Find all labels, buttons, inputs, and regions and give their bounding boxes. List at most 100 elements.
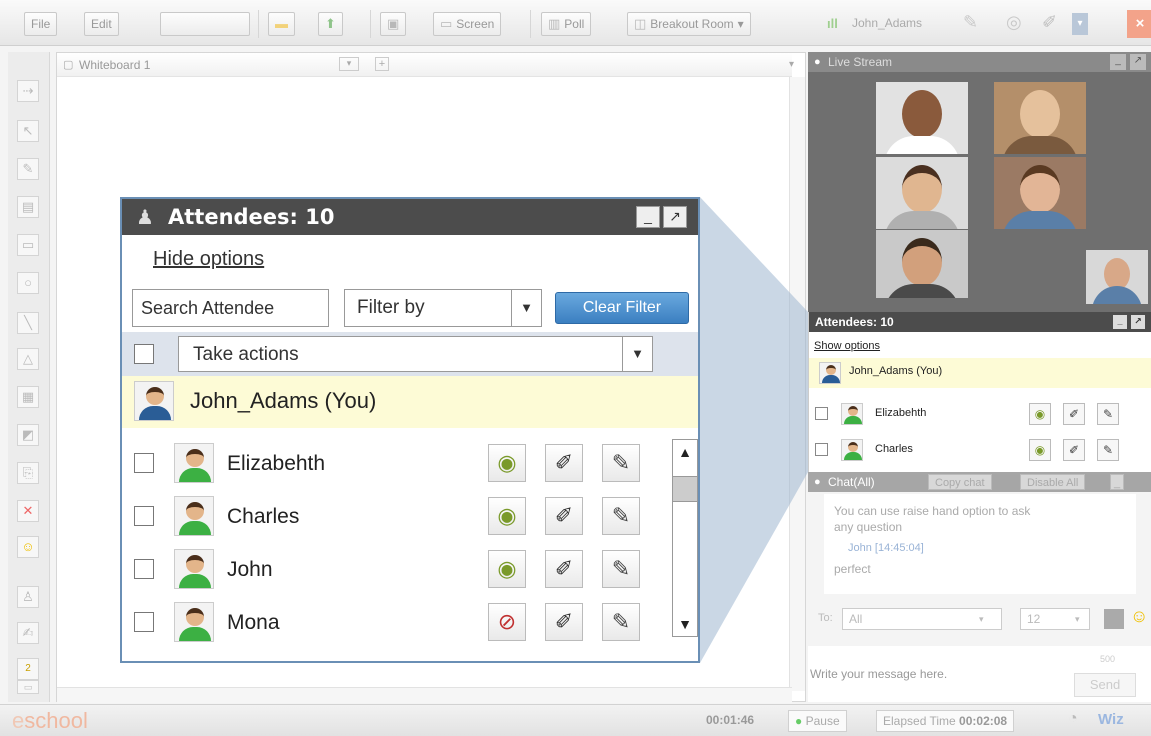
stamp-tool-icon[interactable]: ⎘	[17, 462, 39, 484]
color-line-icon[interactable]: ✍	[17, 622, 39, 644]
chat-message: You can use raise hand option to ask	[834, 504, 1031, 518]
mic-icon[interactable]: ✐	[545, 444, 583, 482]
pencil-icon[interactable]: ✎	[602, 603, 640, 641]
mic-icon[interactable]: ✐	[545, 550, 583, 588]
tab-collapse-icon[interactable]: ▾	[789, 59, 794, 70]
scroll-up-icon[interactable]: ▲	[673, 440, 697, 464]
poll-button[interactable]: ▥ Poll	[541, 12, 592, 36]
copy-chat-button[interactable]: Copy chat	[928, 474, 992, 490]
self-video-preview[interactable]	[1086, 250, 1148, 304]
pencil-icon[interactable]: ✎	[1097, 439, 1119, 461]
attendee-checkbox[interactable]	[134, 559, 154, 579]
attendee-list-scrollbar[interactable]: ▲ ▼	[672, 439, 698, 637]
whiteboard-horizontal-scrollbar[interactable]	[57, 687, 792, 703]
breakout-room-dropdown[interactable]: ◫ Breakout Room ▾	[627, 12, 751, 36]
send-button[interactable]: Send	[1074, 673, 1136, 697]
attendee-checkbox[interactable]	[815, 443, 828, 456]
mic-icon[interactable]: ✐	[1063, 439, 1085, 461]
minimize-button[interactable]: _	[1110, 474, 1125, 490]
select-move-icon[interactable]: ⇢	[17, 80, 39, 102]
color-swatch[interactable]	[1104, 609, 1124, 629]
participant-video[interactable]	[876, 157, 968, 229]
pencil-permission-icon[interactable]: ✎	[963, 12, 978, 33]
select-all-checkbox[interactable]	[134, 344, 154, 364]
webcam-on-icon[interactable]: ◉	[488, 444, 526, 482]
attendee-checkbox[interactable]	[134, 612, 154, 632]
font-size-select[interactable]: 12 ▾	[1020, 608, 1090, 630]
search-attendee-input[interactable]	[132, 289, 329, 327]
layers-icon[interactable]: ▭	[17, 680, 39, 694]
circle-tool-icon[interactable]: ○	[17, 272, 39, 294]
mic-icon[interactable]: ✐	[1042, 12, 1057, 33]
toolbar-separator	[530, 10, 531, 38]
disable-all-button[interactable]: Disable All	[1020, 474, 1086, 490]
popout-button[interactable]: ↗	[663, 206, 687, 228]
line-tool-icon[interactable]: ╲	[17, 312, 39, 334]
upload-button[interactable]: ⬆	[318, 12, 343, 36]
webcam-on-icon[interactable]: ◉	[1029, 403, 1051, 425]
image-tool-icon[interactable]: ▤	[17, 196, 39, 218]
rectangle-tool-icon[interactable]: ▭	[17, 234, 39, 256]
triangle-tool-icon[interactable]: △	[17, 348, 39, 370]
logo-text: school	[24, 708, 88, 733]
hide-options-link[interactable]: Hide options	[153, 248, 264, 271]
attendee-checkbox[interactable]	[134, 453, 154, 473]
pointer-icon[interactable]: ↖	[17, 120, 39, 142]
tab-menu-icon[interactable]: ▾	[339, 57, 359, 71]
document-button[interactable]: ▣	[380, 12, 407, 36]
chevron-down-icon: ▾	[979, 614, 984, 624]
color-fill-icon[interactable]: ♙	[17, 586, 39, 608]
popout-button[interactable]: ↗	[1130, 54, 1146, 70]
eraser-tool-icon[interactable]: ◩	[17, 424, 39, 446]
participant-video[interactable]	[994, 157, 1086, 229]
webcam-on-icon[interactable]: ◉	[488, 497, 526, 535]
emoji-tool-icon[interactable]: ☺	[17, 536, 39, 558]
screen-share-button[interactable]: ▭ Screen	[433, 12, 502, 36]
mic-dropdown-button[interactable]: ▾	[1072, 13, 1088, 35]
mic-icon[interactable]: ✐	[545, 497, 583, 535]
recipient-select[interactable]: All ▾	[842, 608, 1002, 630]
mic-icon[interactable]: ✐	[545, 603, 583, 641]
attendee-checkbox[interactable]	[134, 506, 154, 526]
pause-button[interactable]: ● Pause	[788, 710, 847, 732]
scroll-thumb[interactable]	[673, 476, 697, 502]
participant-video[interactable]	[876, 230, 968, 298]
close-icon[interactable]: ×	[1127, 10, 1151, 38]
open-folder-button[interactable]: ▬	[268, 12, 295, 36]
participant-video[interactable]	[994, 82, 1086, 154]
pencil-icon[interactable]: ✎	[1097, 403, 1119, 425]
minimize-button[interactable]: _	[636, 206, 660, 228]
mic-icon[interactable]: ✐	[1063, 403, 1085, 425]
scroll-down-icon[interactable]: ▼	[673, 612, 697, 636]
participant-video[interactable]	[876, 82, 968, 154]
filter-by-select[interactable]: Filter by ▼	[344, 289, 542, 327]
pencil-icon[interactable]: ✎	[602, 444, 640, 482]
delete-tool-icon[interactable]: ✕	[17, 500, 39, 522]
live-stream-panel: ● Live Stream _ ↗	[808, 52, 1151, 312]
webcam-on-icon[interactable]: ◉	[488, 550, 526, 588]
webcam-on-icon[interactable]: ◉	[1029, 439, 1051, 461]
blank-toolbar-button[interactable]	[160, 12, 250, 36]
pencil-icon[interactable]: ✎	[602, 550, 640, 588]
popout-button[interactable]: ↗	[1131, 315, 1145, 329]
pencil-tool-icon[interactable]: ✎	[17, 158, 39, 180]
line-width-icon[interactable]: 2	[17, 658, 39, 680]
attendee-checkbox[interactable]	[815, 407, 828, 420]
page-icon: ▢	[63, 59, 74, 71]
minimize-button[interactable]: _	[1113, 315, 1127, 329]
webcam-icon[interactable]: ◎	[1006, 12, 1022, 33]
edit-menu[interactable]: Edit	[84, 12, 119, 36]
add-tab-icon[interactable]: +	[375, 57, 389, 71]
take-actions-select[interactable]: Take actions ▼	[178, 336, 653, 372]
chat-message: perfect	[834, 562, 871, 576]
pencil-icon[interactable]: ✎	[602, 497, 640, 535]
emoji-icon[interactable]: ☺	[1130, 606, 1148, 627]
file-menu[interactable]: File	[24, 12, 58, 36]
show-options-link[interactable]: Show options	[814, 340, 880, 352]
whiteboard-vertical-scrollbar[interactable]	[789, 77, 805, 691]
minimize-button[interactable]: _	[1110, 54, 1126, 70]
table-tool-icon[interactable]: ▦	[17, 386, 39, 408]
clear-filter-button[interactable]: Clear Filter	[555, 292, 689, 324]
whiteboard-tab-title[interactable]: Whiteboard 1	[79, 58, 150, 72]
webcam-off-icon[interactable]: ⊘	[488, 603, 526, 641]
